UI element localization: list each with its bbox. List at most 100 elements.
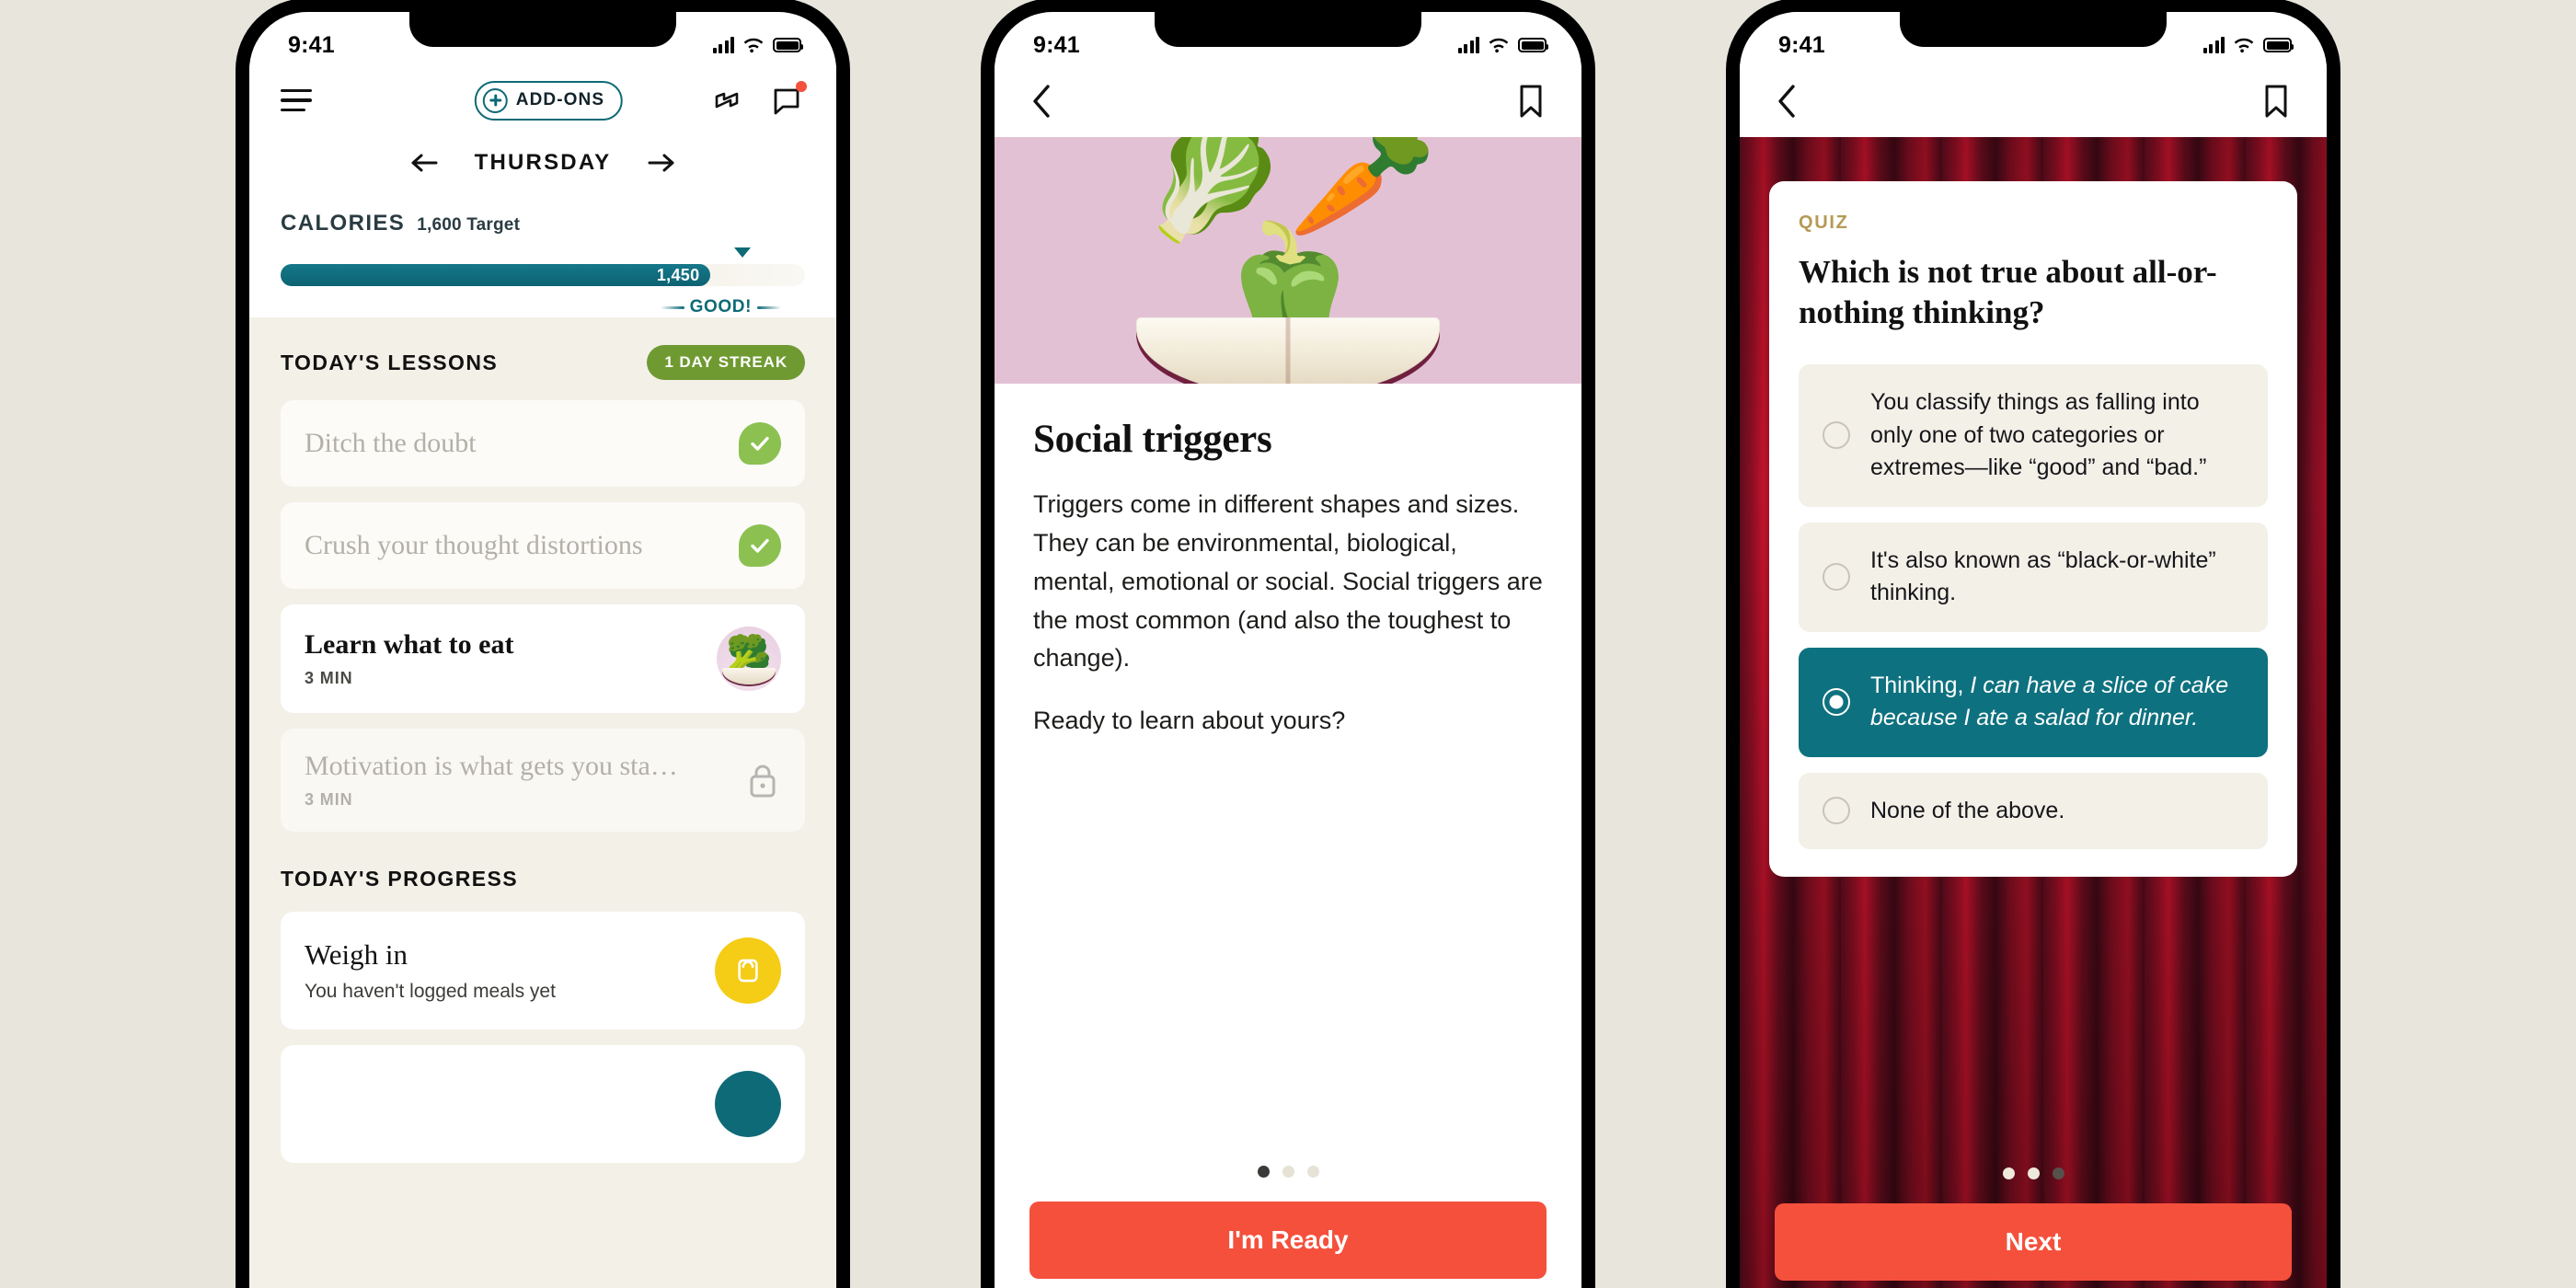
im-ready-button[interactable]: I'm Ready [1029, 1202, 1547, 1279]
checkmark-icon [739, 422, 781, 465]
radio-button-icon [1823, 563, 1850, 592]
wifi-icon [743, 38, 764, 53]
cellular-signal-icon [1457, 37, 1479, 53]
status-time: 9:41 [288, 31, 335, 58]
lesson-article: Social triggers Triggers come in differe… [995, 384, 1581, 741]
progress-card-subtitle: You haven't logged meals yet [305, 981, 556, 1002]
quiz-card: QUIZ Which is not true about all-or-noth… [1769, 181, 2297, 878]
hamburger-menu-icon[interactable] [281, 88, 312, 112]
radio-button-selected-icon [1823, 688, 1850, 717]
lesson-paragraph-2: Ready to learn about yours? [1033, 707, 1346, 735]
lesson-paragraph-1: Triggers come in different shapes and si… [1033, 490, 1543, 673]
phone2-footer: I'm Ready [995, 1166, 1581, 1288]
quiz-kicker-label: QUIZ [1799, 213, 1849, 233]
phone-1-dashboard: 9:41 ADD-ONS THURSDAY CALORIES 1,600 Tar… [236, 0, 850, 1288]
chevron-left-icon[interactable] [1031, 84, 1052, 119]
page-dot-2[interactable] [2027, 1167, 2040, 1179]
previous-day-button[interactable] [410, 152, 438, 174]
lesson-row-current[interactable]: Learn what to eat 3 MIN 🥦 [281, 604, 805, 713]
plus-icon [482, 87, 508, 113]
phone3-footer: Next [1740, 1167, 2327, 1288]
wifi-icon [2234, 38, 2254, 53]
quiz-answer-text: You classify things as falling into only… [1870, 389, 2207, 481]
lesson-row-locked[interactable]: Motivation is what gets you sta… 3 MIN [281, 729, 805, 832]
phone1-content: TODAY'S LESSONS 1 DAY STREAK Ditch the d… [249, 317, 836, 1288]
quiz-answer-option-3-selected[interactable]: Thinking, I can have a slice of cake bec… [1799, 647, 2268, 757]
lesson-row-completed-2[interactable]: Crush your thought distortions [281, 502, 805, 589]
status-icons [2202, 37, 2294, 53]
status-rule-left [660, 305, 684, 309]
notification-badge [796, 81, 807, 92]
battery-icon [1518, 38, 1548, 52]
calories-consumed-value: 1,450 [656, 265, 700, 284]
page-dot-1[interactable] [2002, 1167, 2015, 1179]
bookmark-icon[interactable] [2262, 83, 2290, 120]
lesson-title: Crush your thought distortions [305, 530, 643, 560]
next-day-button[interactable] [648, 152, 675, 174]
activity-icon [715, 1071, 781, 1137]
progress-card-weigh-in[interactable]: Weigh in You haven't logged meals yet [281, 912, 805, 1029]
progress-section-title: TODAY'S PROGRESS [281, 867, 518, 891]
quiz-answer-option-4[interactable]: None of the above. [1799, 772, 2268, 850]
phone3-navbar [1740, 65, 2327, 137]
lesson-row-completed-1[interactable]: Ditch the doubt [281, 400, 805, 487]
lessons-section-title: TODAY'S LESSONS [281, 350, 499, 374]
calories-title: CALORIES [281, 211, 406, 236]
quiz-answer-text: Thinking, I can have a slice of cake bec… [1870, 672, 2229, 731]
page-indicator [1029, 1166, 1547, 1178]
open-book-icon [722, 668, 776, 684]
phone-2-lesson: 9:41 🥬🥕🫑 Social triggers Triggers come i… [981, 0, 1595, 1288]
status-time: 9:41 [1033, 31, 1080, 58]
calories-header: CALORIES 1,600 Target [281, 211, 805, 236]
lesson-title: Learn what to eat [305, 629, 514, 660]
progress-text-block: Weigh in You haven't logged meals yet [305, 938, 556, 1003]
lesson-thumbnail-vegetable-book-icon: 🥦 [717, 627, 781, 691]
calories-status: GOOD! [281, 297, 805, 317]
calories-status-label: GOOD! [689, 297, 752, 316]
lesson-heading: Social triggers [1033, 418, 1272, 461]
quiz-answers-list: You classify things as falling into only… [1799, 364, 2268, 850]
radio-button-icon [1823, 797, 1850, 825]
lock-icon [744, 760, 781, 800]
lessons-section-header: TODAY'S LESSONS 1 DAY STREAK [281, 345, 805, 380]
lesson-duration: 3 MIN [305, 790, 353, 809]
progress-card-title: Weigh in [305, 938, 408, 971]
phone-3-quiz: 9:41 QUIZ Which is not true about all-or… [1726, 0, 2340, 1288]
radio-button-icon [1823, 421, 1850, 450]
quiz-answer-text: None of the above. [1870, 797, 2065, 823]
calories-widget: CALORIES 1,600 Target 1,450 GOOD! [281, 196, 805, 317]
phone1-toolbar-actions [707, 81, 807, 119]
page-dot-1[interactable] [1257, 1166, 1270, 1178]
progress-section-header: TODAY'S PROGRESS [281, 867, 805, 891]
next-button[interactable]: Next [1775, 1203, 2292, 1281]
progress-card-next[interactable] [281, 1045, 805, 1163]
quiz-answer-option-1[interactable]: You classify things as falling into only… [1799, 364, 2268, 507]
phone-notch [409, 12, 676, 47]
lesson-title: Motivation is what gets you sta… [305, 751, 678, 781]
page-dot-2[interactable] [1282, 1166, 1294, 1178]
open-book-icon [1136, 317, 1440, 384]
phone2-navbar [995, 65, 1581, 137]
current-day-label: THURSDAY [474, 150, 612, 175]
screenshot-stage: 9:41 ADD-ONS THURSDAY CALORIES 1,600 Tar… [0, 0, 2576, 1288]
barcode-scan-icon[interactable] [707, 82, 744, 119]
lesson-text-block: Motivation is what gets you sta… 3 MIN [305, 751, 678, 810]
add-ons-button[interactable]: ADD-ONS [474, 80, 624, 121]
quiz-answer-option-2[interactable]: It's also known as “black-or-white” thin… [1799, 522, 2268, 632]
lesson-duration: 3 MIN [305, 669, 353, 687]
checkmark-icon [739, 524, 781, 567]
status-time: 9:41 [1778, 31, 1825, 58]
chevron-left-icon[interactable] [1777, 84, 1797, 119]
battery-icon [773, 38, 803, 52]
day-navigator: THURSDAY [281, 130, 805, 196]
page-dot-3[interactable] [2052, 1167, 2064, 1179]
cellular-signal-icon [2202, 37, 2225, 53]
page-dot-3[interactable] [1306, 1166, 1319, 1178]
quiz-answer-text: It's also known as “black-or-white” thin… [1870, 546, 2216, 606]
cellular-signal-icon [712, 37, 734, 53]
calories-target-marker [733, 247, 751, 258]
status-icons [712, 37, 803, 53]
bookmark-icon[interactable] [1517, 83, 1545, 120]
chat-bubble-icon[interactable] [768, 81, 807, 119]
add-ons-label: ADD-ONS [515, 90, 605, 109]
